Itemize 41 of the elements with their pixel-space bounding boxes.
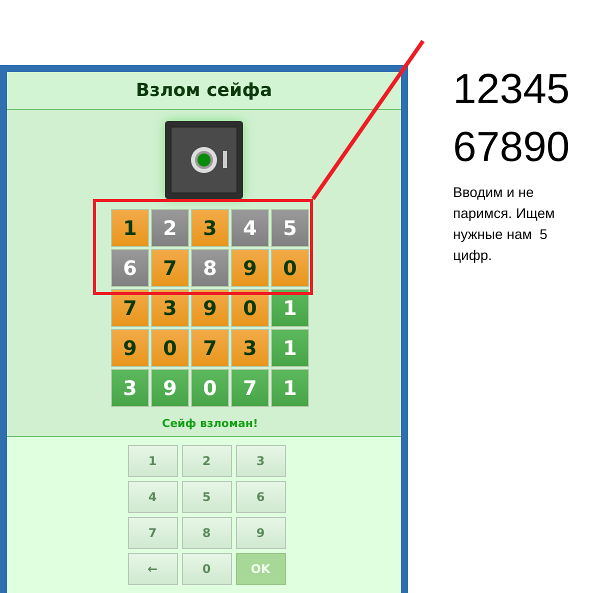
code-text: 12345 <box>453 64 570 114</box>
status-message: Сейф взломан! <box>162 417 258 430</box>
digit-tile: 1 <box>271 289 309 327</box>
digit-tile: 6 <box>111 249 149 287</box>
digit-tile: 0 <box>151 329 189 367</box>
digit-key[interactable]: 8 <box>182 517 232 549</box>
digit-key[interactable]: 4 <box>128 481 178 513</box>
digit-tile: 1 <box>111 209 149 247</box>
digit-tile: 9 <box>191 289 229 327</box>
digit-tile: 7 <box>231 369 269 407</box>
digit-tile: 7 <box>191 329 229 367</box>
digit-tile: 3 <box>191 209 229 247</box>
digit-tile: 0 <box>191 369 229 407</box>
digit-key[interactable]: 3 <box>236 445 286 477</box>
note-text: Вводим и не паримся. Ищем нужные нам 5 цифр. <box>453 183 556 265</box>
digit-tile: 7 <box>151 249 189 287</box>
digit-tile: 0 <box>271 249 309 287</box>
digit-tile: 3 <box>231 329 269 367</box>
digit-key[interactable]: 1 <box>128 445 178 477</box>
digit-key[interactable]: 9 <box>236 517 286 549</box>
digit-tile: 3 <box>111 369 149 407</box>
backspace-key[interactable]: ← <box>128 553 178 585</box>
digit-tile: 9 <box>151 369 189 407</box>
digit-tile: 1 <box>271 329 309 367</box>
digit-key[interactable]: 0 <box>182 553 232 585</box>
code-text: 67890 <box>453 122 570 172</box>
digit-tile: 9 <box>231 249 269 287</box>
digit-tile: 3 <box>151 289 189 327</box>
digit-tile: 1 <box>271 369 309 407</box>
digit-key[interactable]: 5 <box>182 481 232 513</box>
digit-tile: 8 <box>191 249 229 287</box>
digit-tile: 4 <box>231 209 269 247</box>
game-title: Взлом сейфа <box>136 80 272 101</box>
digit-tile: 0 <box>231 289 269 327</box>
digit-tile: 5 <box>271 209 309 247</box>
digit-tile: 9 <box>111 329 149 367</box>
digit-tile: 2 <box>151 209 189 247</box>
digit-key[interactable]: 6 <box>236 481 286 513</box>
digit-tile: 7 <box>111 289 149 327</box>
digit-key[interactable]: 7 <box>128 517 178 549</box>
digit-key[interactable]: 2 <box>182 445 232 477</box>
